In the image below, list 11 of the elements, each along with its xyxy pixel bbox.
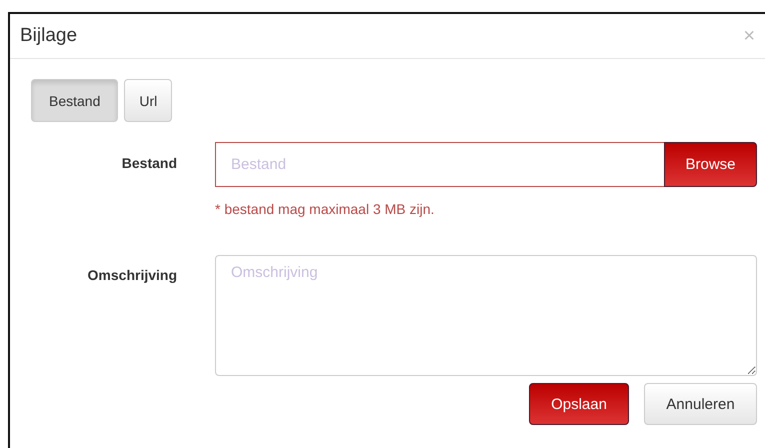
dialog-title: Bijlage [20,25,78,47]
toggle-tab[interactable]: Url [124,79,172,122]
field-label: Bestand [120,154,177,173]
browse-button[interactable]: Browse [664,142,757,187]
cancel-button[interactable]: Annuleren [644,383,757,425]
toggle-tab[interactable]: Bestand [31,79,118,122]
help-text: * bestand mag maximaal 3 MB zijn. [215,201,436,217]
file-input-field[interactable]: Bestand [215,142,664,187]
save-button[interactable]: Opslaan [529,383,629,425]
field-label: Omschrijving [86,266,177,285]
description-field[interactable]: Omschrijving [215,255,757,376]
